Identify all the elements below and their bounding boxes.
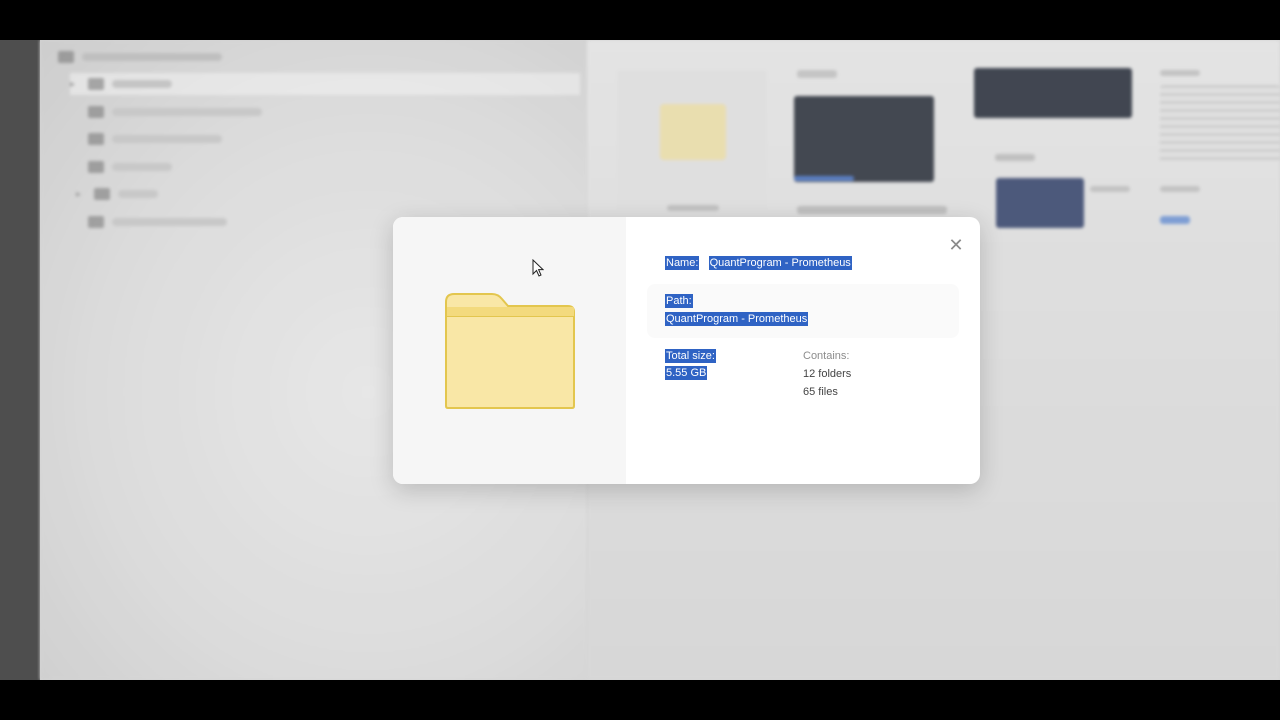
dialog-preview-panel (393, 217, 626, 484)
close-button[interactable]: ✕ (946, 235, 966, 255)
path-label: Path: (665, 294, 693, 308)
name-value[interactable]: QuantProgram - Prometheus (708, 256, 852, 270)
size-label-row: Total size: (665, 348, 716, 364)
size-label: Total size: (665, 349, 716, 363)
name-row: Name: QuantProgram - Prometheus (665, 255, 852, 271)
letterbox-bottom (0, 680, 1280, 720)
contains-folders: 12 folders (803, 368, 852, 380)
contains-label: Contains: (803, 350, 850, 362)
name-label: Name: (665, 256, 700, 270)
size-value[interactable]: 5.55 GB (665, 366, 708, 380)
letterbox-top (0, 0, 1280, 40)
mouse-cursor-icon (532, 259, 544, 277)
contains-files: 65 files (803, 386, 838, 398)
path-label-row: Path: (665, 293, 693, 309)
folder-properties-dialog: ✕ Name: QuantProgram - Prometheus Path: … (393, 217, 980, 484)
size-value-row: 5.55 GB (665, 365, 708, 381)
close-icon: ✕ (948, 234, 964, 255)
screen: ▸ ▸ ✕ Name: QuantProgram - Prometheus Pa… (0, 40, 1280, 680)
path-value-row: QuantProgram - Prometheus (665, 311, 809, 327)
folder-icon (445, 293, 575, 409)
path-value[interactable]: QuantProgram - Prometheus (665, 312, 809, 326)
